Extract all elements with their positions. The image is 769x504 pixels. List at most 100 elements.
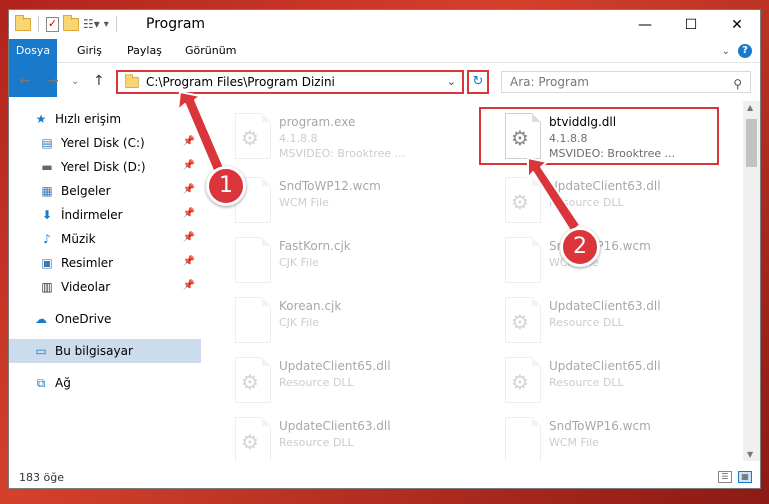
sidebar-item-label: OneDrive: [55, 312, 112, 326]
up-icon[interactable]: ↑: [93, 73, 105, 89]
quick-access-toolbar: ✓ ☷▾ ▾: [15, 14, 120, 32]
chevron-down-icon[interactable]: ⌄: [447, 75, 456, 88]
sidebar-item-label: İndirmeler: [61, 208, 123, 222]
file-name: UpdateClient63.dll: [549, 179, 661, 193]
sidebar-item-onedrive[interactable]: ☁ OneDrive: [9, 307, 201, 331]
minimize-button[interactable]: —: [622, 10, 668, 39]
file-meta: CJK File: [279, 316, 320, 329]
folder-icon: [125, 73, 139, 88]
recent-locations-icon[interactable]: ⌄: [71, 76, 79, 87]
tab-share[interactable]: Paylaş: [127, 39, 162, 63]
file-meta: MSVIDEO: Brooktree ...: [279, 147, 406, 160]
file-item[interactable]: ⚙ UpdateClient63.dll Resource DLL: [479, 171, 719, 229]
pin-icon[interactable]: 📌: [183, 232, 195, 243]
tab-view[interactable]: Görünüm: [185, 39, 236, 63]
sidebar-item-documents[interactable]: ▦ Belgeler 📌: [9, 179, 201, 203]
new-folder-icon[interactable]: [63, 14, 79, 31]
file-name: UpdateClient65.dll: [549, 359, 661, 373]
scroll-down-icon[interactable]: ▼: [747, 450, 753, 459]
gear-icon: ⚙: [511, 310, 529, 334]
download-icon: ⬇: [41, 208, 53, 222]
file-meta: Resource DLL: [279, 376, 354, 389]
pin-icon[interactable]: 📌: [183, 184, 195, 195]
details-view-icon[interactable]: ☰: [718, 471, 732, 483]
computer-icon: ▭: [35, 344, 47, 358]
file-item[interactable]: Korean.cjk CJK File: [209, 291, 449, 349]
file-meta: Resource DLL: [549, 316, 624, 329]
sidebar-item-quick-access[interactable]: ★ Hızlı erişim: [9, 107, 201, 131]
sidebar-item-this-pc[interactable]: ▭ Bu bilgisayar: [9, 339, 201, 363]
maximize-button[interactable]: ☐: [668, 10, 714, 39]
sidebar-item-music[interactable]: ♪ Müzik 📌: [9, 227, 201, 251]
title-bar: ✓ ☷▾ ▾ Program — ☐ ✕: [9, 10, 760, 39]
file-meta: WCM File: [279, 196, 329, 209]
navigation-pane: ★ Hızlı erişim ▤ Yerel Disk (C:) 📌 ▬ Yer…: [9, 101, 201, 461]
scroll-up-icon[interactable]: ▲: [747, 103, 753, 112]
music-icon: ♪: [43, 232, 51, 246]
sidebar-item-drive-d[interactable]: ▬ Yerel Disk (D:) 📌: [9, 155, 201, 179]
documents-icon: ▦: [41, 184, 53, 198]
sidebar-item-label: Ağ: [55, 376, 71, 390]
sidebar-item-label: Bu bilgisayar: [55, 344, 133, 358]
gear-icon: ⚙: [241, 370, 259, 394]
file-icon: [235, 297, 271, 343]
vertical-scrollbar[interactable]: ▲ ▼: [743, 101, 760, 461]
file-item[interactable]: ⚙ UpdateClient65.dll Resource DLL: [479, 351, 719, 409]
close-button[interactable]: ✕: [714, 10, 760, 39]
file-meta: Resource DLL: [549, 196, 624, 209]
address-bar[interactable]: C:\Program Files\Program Dizini ⌄: [116, 70, 464, 94]
refresh-button[interactable]: ↻: [467, 70, 489, 94]
file-icon: [505, 237, 541, 283]
file-item[interactable]: SndToWP16.wcm WCM File: [479, 411, 719, 461]
properties-icon[interactable]: ✓: [46, 16, 59, 32]
search-icon: ⚲: [733, 77, 742, 91]
back-icon[interactable]: ←: [19, 73, 31, 89]
callout-badge-1: 1: [206, 166, 246, 206]
expand-ribbon-icon[interactable]: ⌄: [722, 46, 730, 57]
forward-icon[interactable]: →: [47, 73, 59, 89]
sidebar-item-label: Belgeler: [61, 184, 111, 198]
customize-toolbar-icon[interactable]: ▾: [104, 19, 109, 30]
status-bar: 183 öğe ☰ ▦: [9, 468, 760, 490]
sidebar-item-downloads[interactable]: ⬇ İndirmeler 📌: [9, 203, 201, 227]
file-item[interactable]: ⚙ UpdateClient63.dll Resource DLL: [479, 291, 719, 349]
pin-icon[interactable]: 📌: [183, 208, 195, 219]
file-item[interactable]: SndToWP16.wcm WCM File: [479, 231, 719, 289]
pin-icon[interactable]: 📌: [183, 280, 195, 291]
explorer-window: ✓ ☷▾ ▾ Program — ☐ ✕ Dosya Giriş Paylaş …: [8, 9, 761, 489]
tiles-view-icon[interactable]: ▦: [738, 471, 752, 483]
sidebar-item-pictures[interactable]: ▣ Resimler 📌: [9, 251, 201, 275]
search-placeholder: Ara: Program: [510, 75, 589, 89]
pictures-icon: ▣: [41, 256, 53, 270]
gear-icon: ⚙: [241, 126, 259, 150]
file-name: SndToWP12.wcm: [279, 179, 381, 193]
sidebar-item-network[interactable]: ⧉ Ağ: [9, 371, 201, 395]
sidebar-item-videos[interactable]: ▥ Videolar 📌: [9, 275, 201, 299]
pin-icon[interactable]: 📌: [183, 256, 195, 267]
pin-icon[interactable]: 📌: [183, 160, 195, 171]
sidebar-item-drive-c[interactable]: ▤ Yerel Disk (C:) 📌: [9, 131, 201, 155]
highlight-box: [479, 107, 719, 165]
pin-icon[interactable]: 📌: [183, 136, 195, 147]
help-icon[interactable]: ?: [738, 44, 752, 58]
file-list: ⚙ program.exe 4.1.8.8 MSVIDEO: Brooktree…: [209, 101, 739, 461]
file-name: UpdateClient63.dll: [279, 419, 391, 433]
search-input[interactable]: Ara: Program ⚲: [501, 71, 751, 93]
sidebar-item-label: Müzik: [61, 232, 96, 246]
network-icon: ⧉: [36, 375, 46, 390]
file-meta: Resource DLL: [549, 376, 624, 389]
file-item[interactable]: ⚙ UpdateClient65.dll Resource DLL: [209, 351, 449, 409]
drive-icon: ▬: [41, 160, 53, 174]
file-item[interactable]: FastKorn.cjk CJK File: [209, 231, 449, 289]
tab-home[interactable]: Giriş: [77, 39, 102, 63]
sidebar-item-label: Hızlı erişim: [55, 112, 122, 126]
view-options-icon[interactable]: ☷▾: [83, 17, 100, 31]
star-icon: ★: [35, 112, 47, 126]
scroll-thumb[interactable]: [746, 119, 757, 167]
file-icon: [505, 417, 541, 461]
file-item[interactable]: ⚙ UpdateClient63.dll Resource DLL: [209, 411, 449, 461]
gear-icon: ⚙: [511, 190, 529, 214]
file-name: SndToWP16.wcm: [549, 419, 651, 433]
sidebar-item-label: Resimler: [61, 256, 114, 270]
file-item[interactable]: ⚙ program.exe 4.1.8.8 MSVIDEO: Brooktree…: [209, 107, 449, 165]
